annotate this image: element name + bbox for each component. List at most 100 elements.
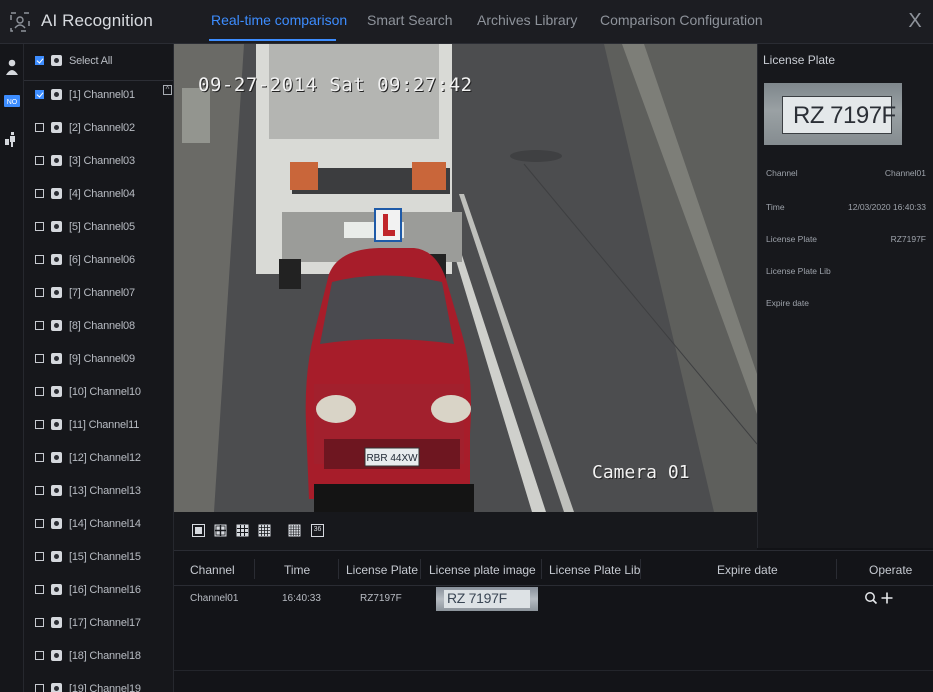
- channel-item[interactable]: [2] Channel02: [24, 111, 173, 144]
- camera-icon: [51, 452, 62, 463]
- info-row-license-plate: License Plate RZ7197F: [766, 234, 932, 248]
- layout-25-button[interactable]: [288, 524, 301, 537]
- info-value: RZ7197F: [890, 234, 926, 244]
- channel-item[interactable]: [17] Channel17: [24, 606, 173, 639]
- channel-item[interactable]: [1] Channel01: [24, 78, 173, 111]
- add-icon[interactable]: [880, 591, 894, 605]
- col-license-plate: License Plate: [346, 563, 419, 577]
- channel-item[interactable]: [11] Channel11: [24, 408, 173, 441]
- channel-item[interactable]: [15] Channel15: [24, 540, 173, 573]
- table-header: Channel Time License Plate License plate…: [174, 550, 933, 586]
- channel-checkbox[interactable]: [35, 288, 44, 297]
- cell-license-plate: RZ7197F: [360, 593, 402, 604]
- channel-label: [12] Channel12: [69, 451, 141, 464]
- channel-item[interactable]: [7] Channel07: [24, 276, 173, 309]
- channel-checkbox[interactable]: [35, 453, 44, 462]
- channel-checkbox[interactable]: [35, 486, 44, 495]
- channel-item[interactable]: [19] Channel19: [24, 672, 173, 692]
- recognition-results-table: Channel Time License Plate License plate…: [174, 550, 933, 692]
- divider: [541, 559, 542, 579]
- live-video-feed[interactable]: RBR 44XW 09-27-2014 Sat 09:27:42 Camera …: [174, 44, 757, 512]
- top-bar: AI Recognition Real-time comparison Smar…: [0, 0, 933, 44]
- channel-checkbox[interactable]: [35, 90, 44, 99]
- channel-item[interactable]: [3] Channel03: [24, 144, 173, 177]
- channel-label: [6] Channel06: [69, 253, 135, 266]
- camera-icon: [51, 419, 62, 430]
- channel-checkbox[interactable]: [35, 420, 44, 429]
- info-key: Time: [766, 202, 785, 212]
- channel-label: [16] Channel16: [69, 583, 141, 596]
- osd-camera-name: Camera 01: [592, 462, 690, 483]
- app-title: AI Recognition: [41, 11, 153, 30]
- camera-icon: [51, 155, 62, 166]
- select-all-row[interactable]: Select All: [24, 44, 173, 77]
- channel-checkbox[interactable]: [35, 651, 44, 660]
- channel-label: [18] Channel18: [69, 649, 141, 662]
- camera-icon: [51, 683, 62, 692]
- col-license-plate-image: License plate image: [429, 563, 536, 577]
- channel-item[interactable]: [9] Channel09: [24, 342, 173, 375]
- face-recognition-icon[interactable]: [3, 58, 21, 76]
- channel-checkbox[interactable]: [35, 156, 44, 165]
- info-value: 12/03/2020 16:40:33: [848, 202, 926, 212]
- camera-icon: [51, 188, 62, 199]
- select-all-label: Select All: [69, 54, 113, 67]
- front-plate-text: RBR 44XW: [366, 453, 418, 464]
- plate-image-text: RZ 7197F: [793, 102, 896, 129]
- channel-label: [5] Channel05: [69, 220, 135, 233]
- layout-16-button[interactable]: [258, 524, 271, 537]
- channel-checkbox[interactable]: [35, 387, 44, 396]
- tab-smart-search[interactable]: Smart Search: [367, 12, 453, 28]
- channel-checkbox[interactable]: [35, 354, 44, 363]
- plate-image: RZ 7197F: [782, 96, 896, 134]
- channel-item[interactable]: [5] Channel05: [24, 210, 173, 243]
- camera-icon: [51, 353, 62, 364]
- channel-checkbox[interactable]: [35, 321, 44, 330]
- channel-checkbox[interactable]: [35, 255, 44, 264]
- tab-real-time-comparison[interactable]: Real-time comparison: [211, 12, 347, 28]
- info-key: Expire date: [766, 298, 809, 308]
- channel-item[interactable]: [16] Channel16: [24, 573, 173, 606]
- channel-item[interactable]: [10] Channel10: [24, 375, 173, 408]
- col-expire-date: Expire date: [717, 563, 778, 577]
- human-vehicle-icon[interactable]: [3, 130, 21, 148]
- camera-icon: [51, 650, 62, 661]
- channel-label: [13] Channel13: [69, 484, 141, 497]
- plate-image: RZ 7197F: [444, 590, 530, 608]
- channel-item[interactable]: [6] Channel06: [24, 243, 173, 276]
- channel-checkbox[interactable]: [35, 618, 44, 627]
- license-plate-panel: License Plate RZ 7197F Channel Channel01…: [757, 44, 933, 548]
- channel-item[interactable]: [18] Channel18: [24, 639, 173, 672]
- channel-checkbox[interactable]: [35, 552, 44, 561]
- tab-comparison-configuration[interactable]: Comparison Configuration: [600, 12, 763, 28]
- channel-checkbox[interactable]: [35, 585, 44, 594]
- layout-4-button[interactable]: [214, 524, 227, 537]
- channel-checkbox[interactable]: [35, 189, 44, 198]
- channel-item[interactable]: [8] Channel08: [24, 309, 173, 342]
- layout-1-button[interactable]: [192, 524, 205, 537]
- channel-item[interactable]: [14] Channel14: [24, 507, 173, 540]
- channel-item[interactable]: [13] Channel13: [24, 474, 173, 507]
- license-plate-icon[interactable]: NO: [3, 92, 21, 110]
- col-operate: Operate: [869, 563, 913, 577]
- channel-checkbox[interactable]: [35, 519, 44, 528]
- channel-checkbox[interactable]: [35, 684, 44, 692]
- channel-label: [19] Channel19: [69, 682, 141, 692]
- layout-36-button[interactable]: 36: [311, 524, 324, 537]
- camera-icon: [51, 320, 62, 331]
- layout-9-button[interactable]: [236, 524, 249, 537]
- search-icon[interactable]: [864, 591, 878, 605]
- camera-icon: [51, 122, 62, 133]
- cell-channel: Channel01: [190, 593, 239, 604]
- close-button[interactable]: X: [906, 10, 924, 32]
- ai-recognition-window: AI Recognition Real-time comparison Smar…: [0, 0, 933, 692]
- info-key: License Plate Lib: [766, 266, 831, 276]
- channel-label: [4] Channel04: [69, 187, 135, 200]
- channel-checkbox[interactable]: [35, 222, 44, 231]
- channel-item[interactable]: [12] Channel12: [24, 441, 173, 474]
- channel-item[interactable]: [4] Channel04: [24, 177, 173, 210]
- tab-archives-library[interactable]: Archives Library: [477, 12, 577, 28]
- layout-36-label: 36: [313, 526, 322, 533]
- channel-checkbox[interactable]: [35, 123, 44, 132]
- select-all-checkbox[interactable]: [35, 56, 44, 65]
